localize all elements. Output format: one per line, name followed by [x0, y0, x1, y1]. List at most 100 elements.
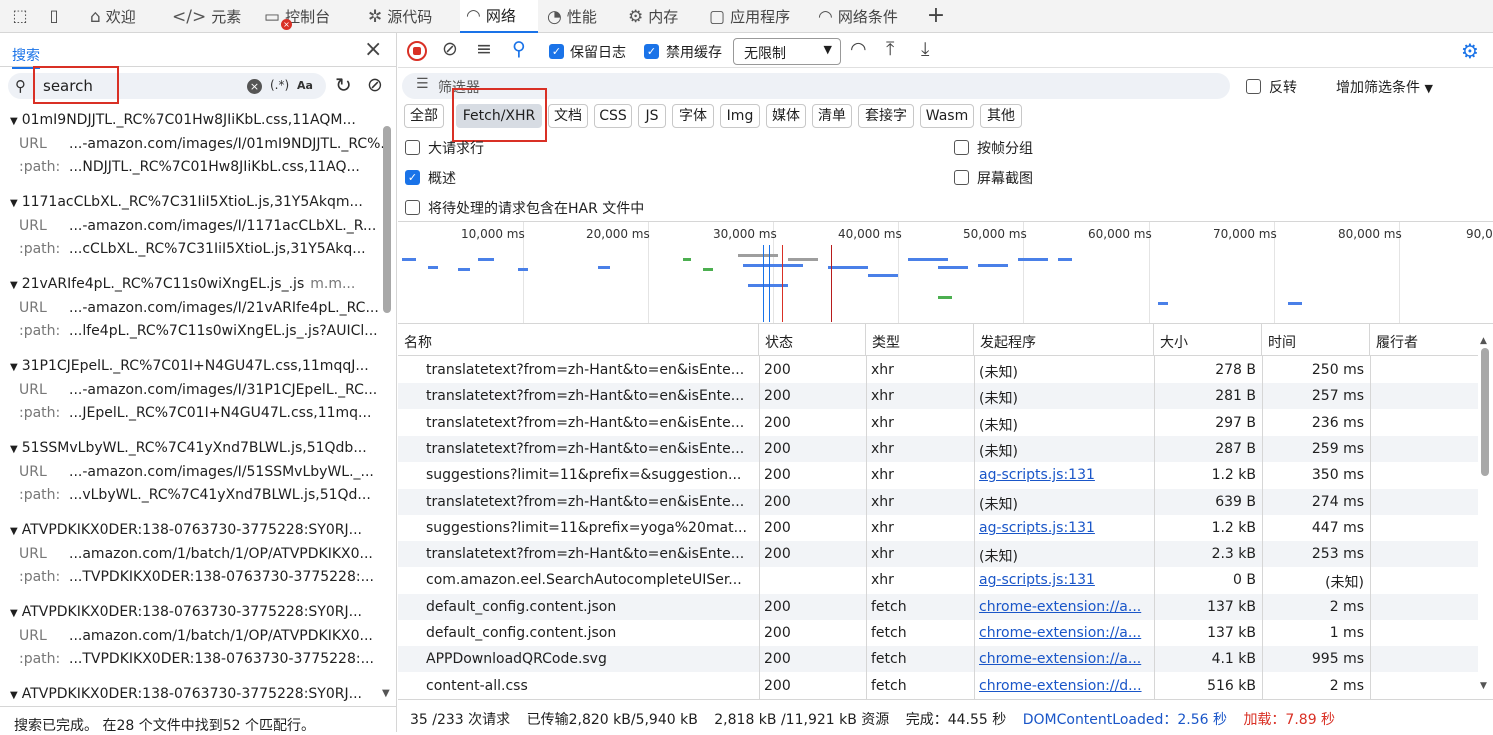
- result-group[interactable]: ▼ 31P1CJEpelL._RC%7C01I+N4GU47L.css,11mqq…: [0, 352, 383, 434]
- tab-network[interactable]: ◠ 网络: [460, 0, 538, 33]
- result-line[interactable]: :path: ...cCLbXL._RC%7C31IiI5XtioL.js,31Y…: [19, 241, 366, 257]
- type-media[interactable]: 媒体: [766, 104, 806, 128]
- result-group[interactable]: ▼ ATVPDKIKX0DER:138-0763730-3775228:SY0RJ…: [0, 516, 383, 598]
- table-row[interactable]: translatetext?from=zh-Hant&to=en&isEnte.…: [398, 541, 1478, 568]
- result-line[interactable]: URL ...-amazon.com/images/I/21vARIfe4pL._…: [19, 300, 379, 316]
- col-initiator[interactable]: 发起程序: [974, 324, 1154, 356]
- table-row[interactable]: default_config.content.json 200 fetch chrom…: [398, 620, 1478, 646]
- table-row[interactable]: translatetext?from=zh-Hant&to=en&isEnte.…: [398, 357, 1478, 383]
- overview-checkbox[interactable]: ✓: [405, 170, 420, 185]
- network-conditions-icon[interactable]: ◠: [850, 38, 867, 60]
- tab-console[interactable]: ▭ 控制台: [258, 0, 336, 33]
- type-wasm[interactable]: Wasm: [920, 104, 974, 128]
- import-har-icon[interactable]: ⤒: [886, 38, 894, 60]
- col-fulfilled-by[interactable]: 履行者: [1370, 324, 1478, 356]
- har-pending-checkbox[interactable]: [405, 200, 420, 215]
- filter-clear-icon[interactable]: ≡: [476, 38, 492, 60]
- result-group[interactable]: ▼ ATVPDKIKX0DER:138-0763730-3775228:SY0RJ…: [0, 598, 383, 680]
- type-socket[interactable]: 套接字: [858, 104, 914, 128]
- type-css[interactable]: CSS: [594, 104, 632, 128]
- result-line[interactable]: URL ...-amazon.com/images/I/1171acCLbXL._…: [19, 218, 376, 234]
- table-row[interactable]: translatetext?from=zh-Hant&to=en&isEnte.…: [398, 383, 1478, 410]
- type-font[interactable]: 字体: [672, 104, 714, 128]
- preserve-log-checkbox[interactable]: ✓: [549, 44, 564, 59]
- initiator-cell[interactable]: ag-scripts.js:131: [979, 515, 1149, 541]
- device-icon[interactable]: ▯: [42, 4, 66, 28]
- table-row[interactable]: suggestions?limit=11&prefix=&suggestion.…: [398, 462, 1478, 488]
- inspect-icon[interactable]: ⬚: [8, 4, 32, 28]
- record-icon[interactable]: [407, 41, 427, 61]
- type-js[interactable]: JS: [638, 104, 666, 128]
- tab-network-conditions[interactable]: ◠ 网络条件: [812, 0, 904, 33]
- regex-toggle[interactable]: (.*): [270, 78, 289, 92]
- settings-gear-icon[interactable]: ⚙: [1461, 39, 1479, 63]
- tab-welcome[interactable]: ⌂ 欢迎: [84, 0, 142, 33]
- refresh-icon[interactable]: ↻: [335, 73, 352, 97]
- search-icon[interactable]: ⚲: [512, 38, 526, 60]
- result-line[interactable]: :path: ...lfe4pL._RC%7C11s0wiXngEL.js_.js…: [19, 323, 378, 339]
- result-group[interactable]: ▼ 01mI9NDJJTL._RC%7C01Hw8JIiKbL.css,11AQM…: [0, 106, 383, 188]
- type-manifest[interactable]: 清单: [812, 104, 852, 128]
- col-type[interactable]: 类型: [866, 324, 974, 356]
- clear-results-icon[interactable]: ⊘: [367, 74, 383, 96]
- result-group[interactable]: ▼ 21vARIfe4pL._RC%7C11s0wiXngEL.js_.js m.m…: [0, 270, 383, 352]
- table-row[interactable]: translatetext?from=zh-Hant&to=en&isEnte.…: [398, 410, 1478, 436]
- result-group[interactable]: ▼ ATVPDKIKX0DER:138-0763730-3775228:SY0RJ…: [0, 680, 383, 706]
- scroll-up-icon[interactable]: ▲: [1480, 336, 1487, 346]
- table-scrollbar[interactable]: [1481, 348, 1489, 476]
- initiator-cell[interactable]: ag-scripts.js:131: [979, 567, 1149, 593]
- table-row[interactable]: com.amazon.eel.SearchAutocompleteUISer..…: [398, 567, 1478, 593]
- result-line[interactable]: URL ...-amazon.com/images/I/31P1CJEpelL._…: [19, 382, 377, 398]
- tab-application[interactable]: ▢ 应用程序: [703, 0, 796, 33]
- initiator-cell[interactable]: chrome-extension://a...: [979, 620, 1149, 646]
- table-row[interactable]: suggestions?limit=11&prefix=yoga%20mat..…: [398, 515, 1478, 541]
- tab-performance[interactable]: ◔ 性能: [541, 0, 603, 33]
- table-row[interactable]: translatetext?from=zh-Hant&to=en&isEnte.…: [398, 488, 1478, 515]
- result-group[interactable]: ▼ 1171acCLbXL._RC%7C31IiI5XtioL.js,31Y5Ak…: [0, 188, 383, 270]
- col-name[interactable]: 名称: [398, 324, 759, 356]
- clear-icon[interactable]: ⊘: [442, 38, 458, 60]
- export-har-icon[interactable]: ⤓: [921, 38, 929, 60]
- result-line[interactable]: :path: ...JEpelL._RC%7C01I+N4GU47L.css,11…: [19, 405, 371, 421]
- col-status[interactable]: 状态: [759, 324, 866, 356]
- col-time[interactable]: 时间: [1262, 324, 1370, 356]
- result-group[interactable]: ▼ 51SSMvLbyWL._RC%7C41yXnd7BLWL.js,51Qdb.…: [0, 434, 383, 516]
- tab-elements[interactable]: </> 元素: [166, 0, 247, 33]
- tab-memory[interactable]: ⚙ 内存: [622, 0, 684, 33]
- close-icon[interactable]: ×: [364, 39, 382, 61]
- invert-checkbox[interactable]: [1246, 79, 1261, 94]
- initiator-cell[interactable]: ag-scripts.js:131: [979, 462, 1149, 488]
- add-tab-icon[interactable]: +: [924, 4, 948, 28]
- throttle-select[interactable]: 无限制 ▼: [733, 38, 841, 65]
- screenshots-checkbox[interactable]: [954, 170, 969, 185]
- result-line[interactable]: :path: ...NDJJTL._RC%7C01Hw8JIiKbL.css,11…: [19, 159, 360, 175]
- initiator-cell[interactable]: chrome-extension://a...: [979, 594, 1149, 620]
- col-size[interactable]: 大小: [1154, 324, 1262, 356]
- type-img[interactable]: Img: [720, 104, 760, 128]
- results-scrollbar[interactable]: [383, 126, 391, 313]
- tab-sources[interactable]: ✲ 源代码: [362, 0, 438, 33]
- initiator-cell[interactable]: chrome-extension://d...: [979, 673, 1149, 699]
- result-line[interactable]: :path: ...TVPDKIKX0DER:138-0763730-377522…: [19, 569, 374, 585]
- type-doc[interactable]: 文档: [548, 104, 588, 128]
- clear-search-icon[interactable]: ×: [247, 79, 262, 94]
- result-line[interactable]: URL ...-amazon.com/images/I/51SSMvLbyWL._…: [19, 464, 374, 480]
- match-case-toggle[interactable]: Aa: [297, 79, 313, 92]
- disable-cache-checkbox[interactable]: ✓: [644, 44, 659, 59]
- initiator-cell[interactable]: chrome-extension://a...: [979, 646, 1149, 672]
- group-by-frame-checkbox[interactable]: [954, 140, 969, 155]
- type-all[interactable]: 全部: [404, 104, 444, 128]
- table-row[interactable]: content-all.css 200 fetch chrome-extension:…: [398, 673, 1478, 699]
- result-line[interactable]: URL ...amazon.com/1/batch/1/OP/ATVPDKIKX0…: [19, 628, 373, 644]
- big-rows-checkbox[interactable]: [405, 140, 420, 155]
- type-other[interactable]: 其他: [980, 104, 1022, 128]
- result-line[interactable]: :path: ...vLbyWL._RC%7C41yXnd7BLWL.js,51Q…: [19, 487, 371, 503]
- scroll-down-icon[interactable]: ▼: [382, 688, 390, 699]
- result-line[interactable]: URL ...amazon.com/1/batch/1/OP/ATVPDKIKX0…: [19, 546, 373, 562]
- table-row[interactable]: APPDownloadQRCode.svg 200 fetch chrome-exte…: [398, 646, 1478, 673]
- table-row[interactable]: default_config.content.json 200 fetch chrom…: [398, 593, 1478, 620]
- result-line[interactable]: URL ...-amazon.com/images/I/01mI9NDJJTL._…: [19, 136, 383, 152]
- more-filters-dropdown[interactable]: 增加筛选条件 ▼: [1336, 77, 1433, 97]
- timeline-overview[interactable]: 10,000 ms 20,000 ms 30,000 ms 40,000 ms …: [398, 221, 1493, 324]
- result-line[interactable]: :path: ...TVPDKIKX0DER:138-0763730-377522…: [19, 651, 374, 667]
